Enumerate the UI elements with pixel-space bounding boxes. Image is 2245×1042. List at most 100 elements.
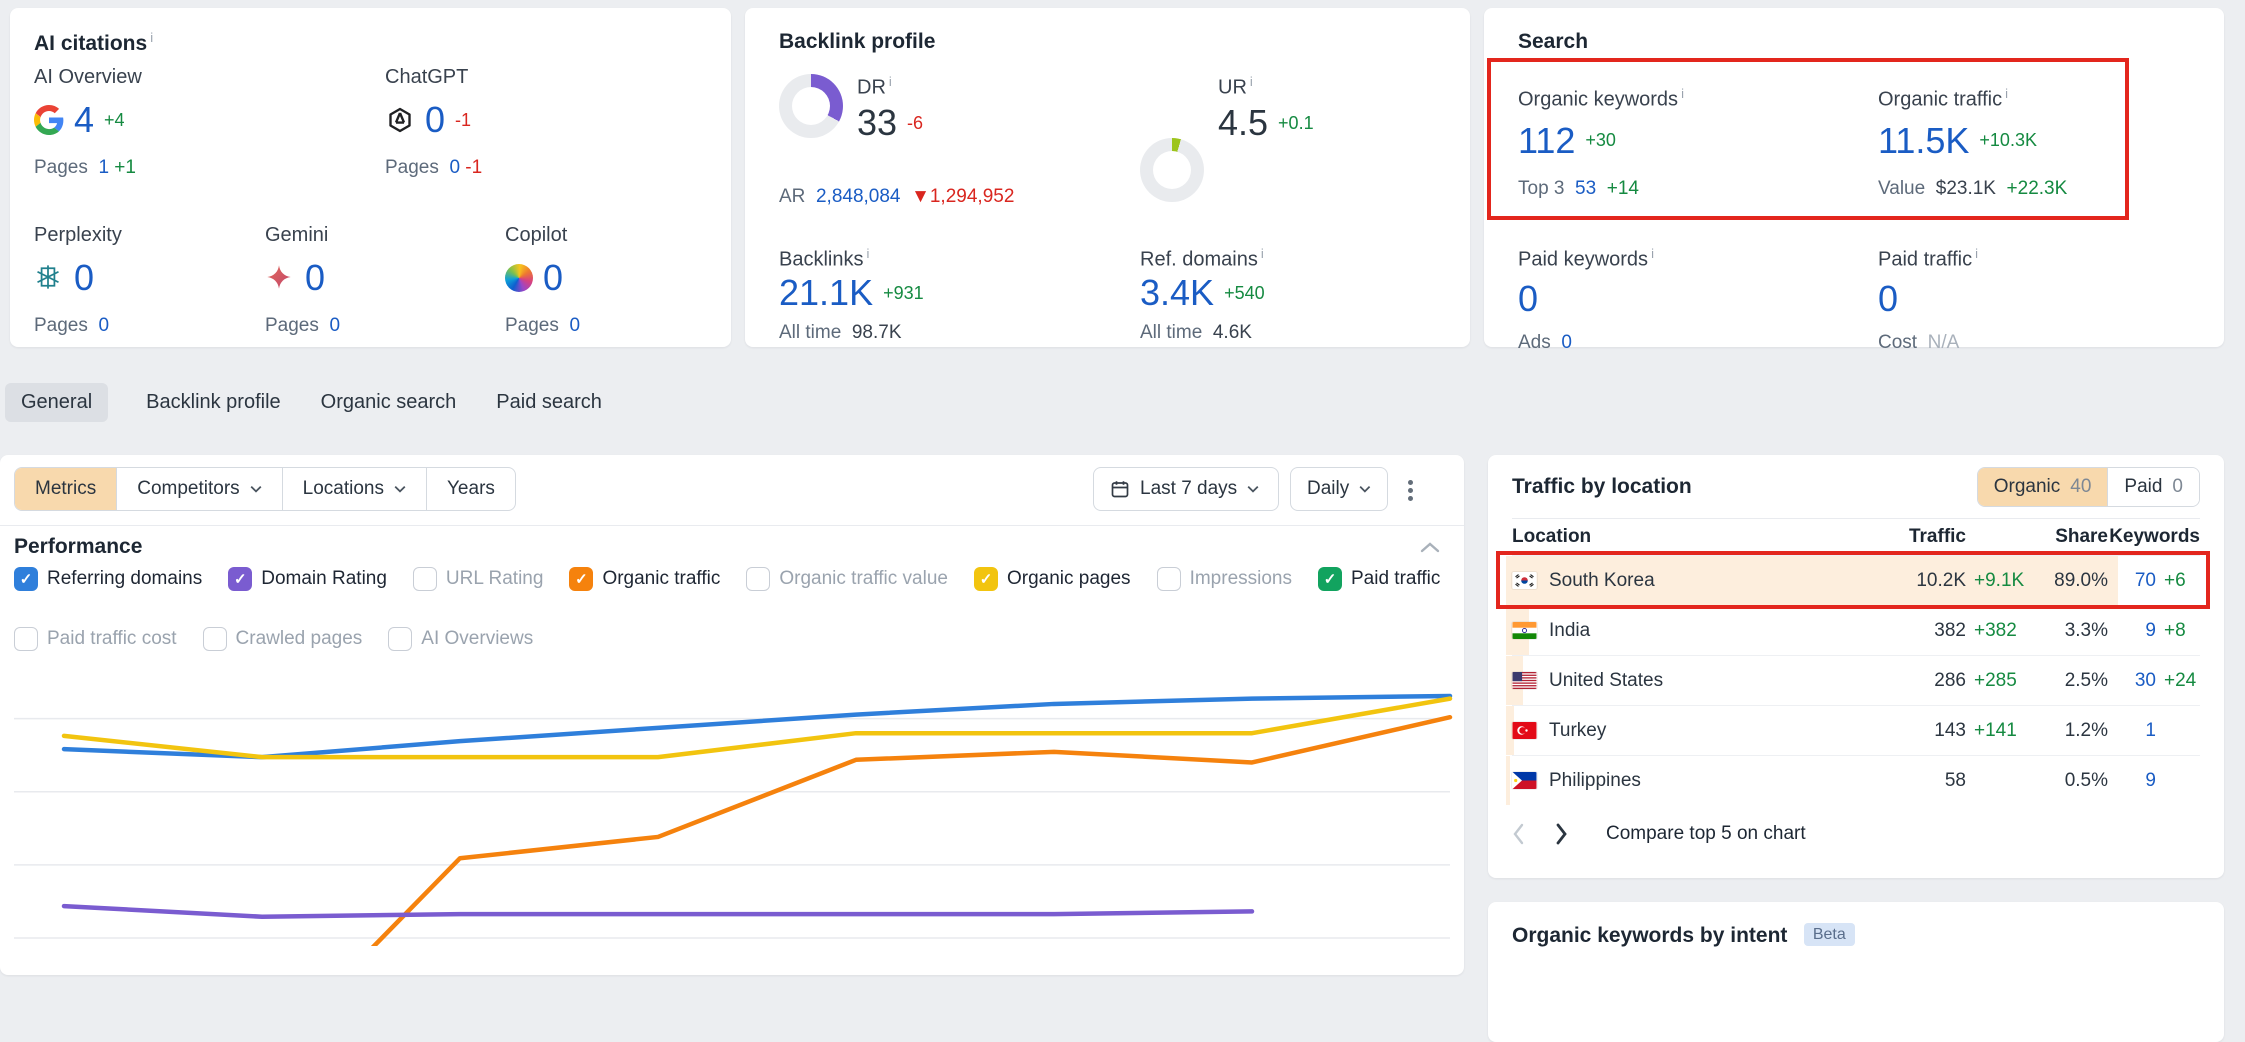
- checkbox-ai-overviews[interactable]: AI Overviews: [388, 627, 533, 651]
- more-options-kebab-menu[interactable]: [1408, 477, 1414, 504]
- cost-row: Cost N/A: [1878, 332, 1978, 354]
- backlinks-value[interactable]: 21.1K: [779, 272, 873, 314]
- traffic-value: 286: [1902, 670, 1966, 692]
- checkbox-url-rating[interactable]: URL Rating: [413, 567, 544, 591]
- compare-top5-link[interactable]: Compare top 5 on chart: [1606, 823, 1806, 845]
- paid-traffic-value[interactable]: 0: [1878, 278, 1898, 320]
- perplexity-icon: [34, 263, 64, 293]
- paid-keywords-value[interactable]: 0: [1518, 278, 1538, 320]
- traffic-delta: +285: [1966, 670, 2024, 692]
- keywords-value[interactable]: 30: [2108, 670, 2156, 692]
- table-row-philippines[interactable]: Philippines 58 0.5% 9: [1512, 755, 2200, 805]
- organic-traffic-value[interactable]: 11.5K: [1878, 120, 1969, 162]
- flag-india-icon: [1512, 622, 1537, 639]
- tab-paid-search[interactable]: Paid search: [494, 383, 604, 422]
- metric-checkbox-row-1: ✓Referring domains ✓Domain Rating URL Ra…: [14, 567, 1440, 591]
- checkbox-icon[interactable]: ✓: [974, 567, 998, 591]
- checkbox-crawled-pages[interactable]: Crawled pages: [203, 627, 363, 651]
- ref-domains-alltime: All time 4.6K: [1140, 322, 1252, 344]
- checkbox-icon[interactable]: ✓: [14, 567, 38, 591]
- tab-general[interactable]: General: [5, 383, 108, 422]
- organic-keywords-value[interactable]: 112: [1518, 120, 1575, 162]
- share-value: 2.5%: [2024, 670, 2108, 692]
- collapse-section-chevron-up-icon[interactable]: [1420, 541, 1440, 553]
- checkbox-icon[interactable]: ✓: [569, 567, 593, 591]
- segment-competitors[interactable]: Competitors: [116, 468, 281, 510]
- ar-value[interactable]: 2,848,084: [816, 186, 901, 207]
- checkbox-paid-traffic[interactable]: ✓Paid traffic: [1318, 567, 1440, 591]
- view-segmented-control: Metrics Competitors Locations Years: [14, 467, 516, 511]
- info-icon[interactable]: i: [1651, 246, 1654, 261]
- search-title: Search: [1518, 30, 1588, 54]
- organic-traffic-delta: +10.3K: [1979, 130, 2037, 151]
- table-row-india[interactable]: India 382 +382 3.3% 9 +8: [1512, 605, 2200, 655]
- info-icon[interactable]: i: [866, 246, 869, 261]
- copilot-icon: [505, 264, 533, 292]
- organic-paid-toggle: Organic40 Paid0: [1977, 467, 2200, 507]
- table-row-turkey[interactable]: Turkey 143 +141 1.2% 1: [1512, 705, 2200, 755]
- toggle-organic[interactable]: Organic40: [1978, 468, 2108, 506]
- checkbox-organic-traffic-value[interactable]: Organic traffic value: [746, 567, 948, 591]
- divider: [0, 525, 1464, 526]
- table-row-united-states[interactable]: United States 286 +285 2.5% 30 +24: [1512, 655, 2200, 705]
- next-page-chevron-icon[interactable]: [1555, 823, 1568, 845]
- info-icon[interactable]: i: [150, 30, 153, 45]
- column-keywords[interactable]: Keywords: [2108, 526, 2200, 548]
- date-range-dropdown[interactable]: Last 7 days: [1093, 467, 1279, 511]
- tab-backlink-profile[interactable]: Backlink profile: [144, 383, 283, 422]
- general-overview-card: Metrics Competitors Locations Years Last…: [0, 455, 1464, 975]
- info-icon[interactable]: i: [1681, 86, 1684, 101]
- info-icon[interactable]: i: [1975, 246, 1978, 261]
- checkbox-icon[interactable]: ✓: [228, 567, 252, 591]
- checkbox-domain-rating[interactable]: ✓Domain Rating: [228, 567, 387, 591]
- location-table-body: South Korea 10.2K +9.1K 89.0% 70 +6 Indi…: [1512, 555, 2200, 805]
- chatgpt-pages: Pages 0 -1: [385, 157, 482, 179]
- checkbox-icon[interactable]: [746, 567, 770, 591]
- chatgpt-metric: ChatGPT 0 -1 Pages 0 -1: [385, 66, 482, 179]
- checkbox-icon[interactable]: [14, 627, 38, 651]
- ai-overview-value[interactable]: 4: [74, 99, 94, 141]
- chatgpt-icon: [385, 105, 415, 135]
- ref-domains-value[interactable]: 3.4K: [1140, 272, 1214, 314]
- column-share[interactable]: Share: [2024, 526, 2108, 548]
- checkbox-icon[interactable]: [1157, 567, 1181, 591]
- granularity-dropdown[interactable]: Daily: [1290, 467, 1388, 511]
- share-value: 1.2%: [2024, 720, 2108, 742]
- copilot-value[interactable]: 0: [543, 257, 563, 299]
- segment-metrics[interactable]: Metrics: [15, 468, 116, 510]
- checkbox-referring-domains[interactable]: ✓Referring domains: [14, 567, 202, 591]
- keywords-delta: +8: [2156, 620, 2200, 642]
- checkbox-icon[interactable]: [413, 567, 437, 591]
- checkbox-organic-pages[interactable]: ✓Organic pages: [974, 567, 1131, 591]
- toggle-paid[interactable]: Paid0: [2107, 468, 2199, 506]
- keywords-value[interactable]: 9: [2108, 620, 2156, 642]
- tab-organic-search[interactable]: Organic search: [319, 383, 459, 422]
- segment-years[interactable]: Years: [426, 468, 515, 510]
- checkbox-organic-traffic[interactable]: ✓Organic traffic: [569, 567, 720, 591]
- search-card: Search Organic keywordsi 112 +30 Top 3 5…: [1484, 8, 2224, 347]
- gemini-value[interactable]: 0: [305, 257, 325, 299]
- info-icon[interactable]: i: [1250, 74, 1253, 89]
- info-icon[interactable]: i: [1261, 246, 1264, 261]
- table-row-south-korea[interactable]: South Korea 10.2K +9.1K 89.0% 70 +6: [1512, 555, 2200, 605]
- column-traffic[interactable]: Traffic: [1902, 526, 1966, 548]
- checkbox-impressions[interactable]: Impressions: [1157, 567, 1292, 591]
- column-location[interactable]: Location: [1512, 526, 1902, 548]
- copilot-metric: Copilot 0 Pages 0: [505, 224, 580, 337]
- chatgpt-value[interactable]: 0: [425, 99, 445, 141]
- checkbox-icon[interactable]: [388, 627, 412, 651]
- segment-locations[interactable]: Locations: [282, 468, 426, 510]
- keywords-value[interactable]: 9: [2108, 770, 2156, 792]
- keywords-value[interactable]: 70: [2108, 570, 2156, 592]
- info-icon[interactable]: i: [2005, 86, 2008, 101]
- checkbox-icon[interactable]: [203, 627, 227, 651]
- perplexity-metric: Perplexity 0 Pages 0: [34, 224, 122, 337]
- report-tabs: General Backlink profile Organic search …: [5, 383, 604, 422]
- perplexity-value[interactable]: 0: [74, 257, 94, 299]
- checkbox-paid-traffic-cost[interactable]: Paid traffic cost: [14, 627, 177, 651]
- keywords-value[interactable]: 1: [2108, 720, 2156, 742]
- info-icon[interactable]: i: [889, 74, 892, 89]
- checkbox-icon[interactable]: ✓: [1318, 567, 1342, 591]
- share-value: 0.5%: [2024, 770, 2108, 792]
- previous-page-chevron-icon[interactable]: [1512, 823, 1525, 845]
